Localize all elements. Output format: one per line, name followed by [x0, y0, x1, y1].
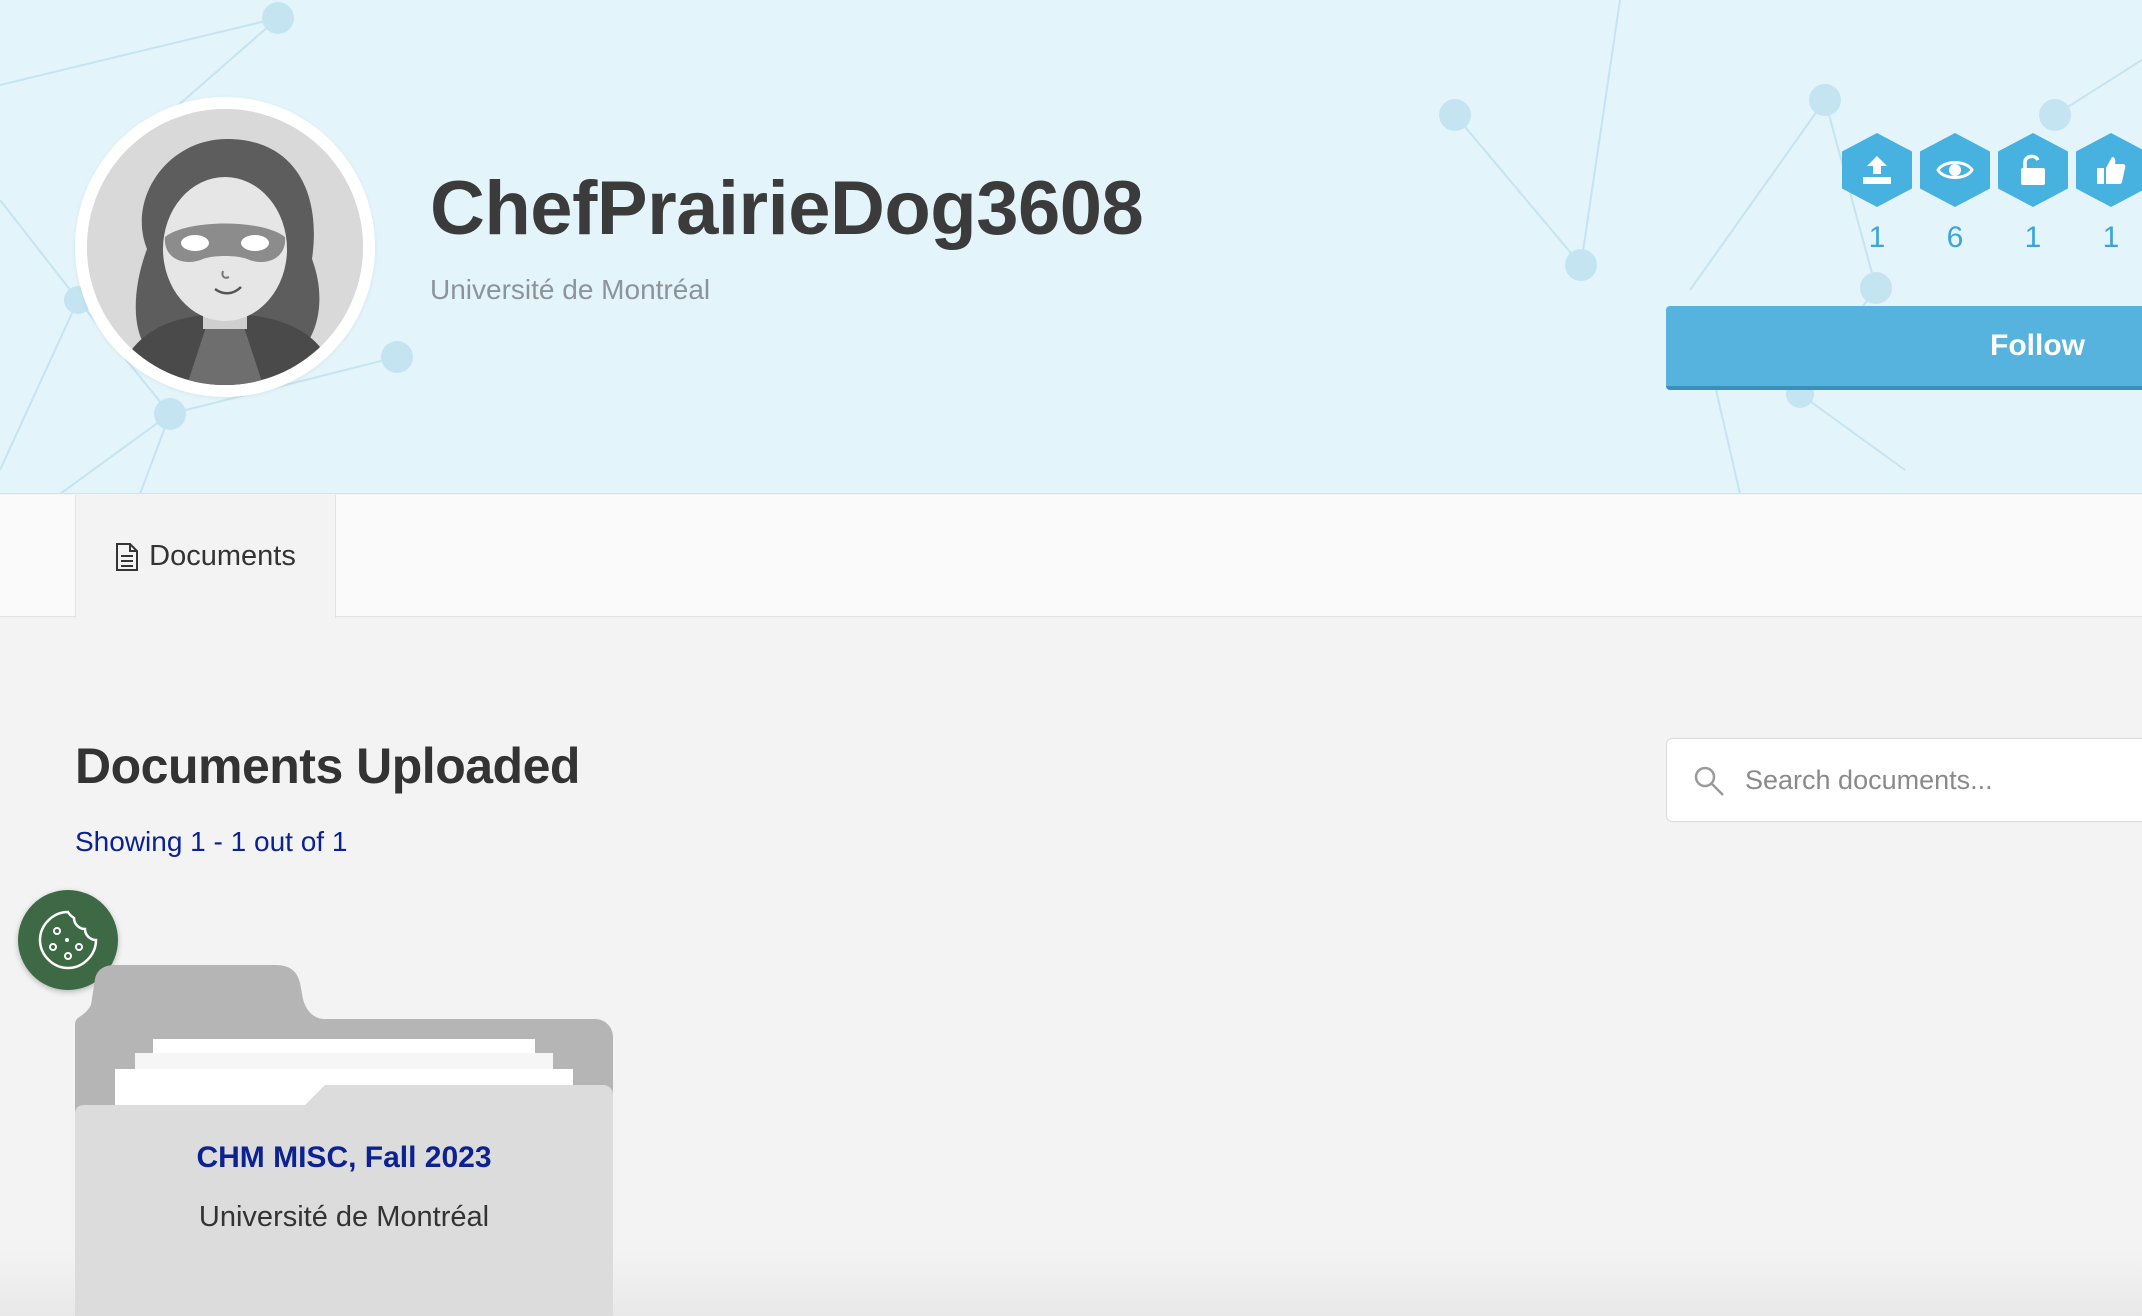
stat-value: 1 [1868, 221, 1886, 254]
search-box [1666, 738, 2142, 822]
tab-label: Documents [149, 540, 296, 572]
profile-username: ChefPrairieDog3608 [430, 166, 1144, 251]
stat-unlocks: 1 [1998, 133, 2068, 255]
profile-tabs: Documents [0, 495, 2142, 618]
tab-documents[interactable]: Documents [75, 495, 336, 618]
upload-icon [1842, 133, 1912, 207]
document-card[interactable]: CHM MISC, Fall 2023 Université de Montré… [75, 965, 613, 1316]
stat-likes: 1 [2076, 133, 2142, 255]
document-icon [116, 542, 139, 571]
cookie-icon [38, 910, 98, 970]
search-input[interactable] [1745, 739, 2142, 821]
thumbs-up-icon [2076, 133, 2142, 207]
stat-views: 6 [1920, 133, 1990, 255]
profile-header: ChefPrairieDog3608 Université de Montréa… [0, 0, 2142, 494]
results-count: Showing 1 - 1 out of 1 [75, 826, 348, 857]
stat-uploads: 1 [1842, 133, 1912, 255]
eye-icon [1920, 133, 1990, 207]
stat-value: 1 [2024, 221, 2042, 254]
document-title[interactable]: CHM MISC, Fall 2023 [75, 1141, 613, 1175]
avatar [75, 97, 375, 397]
follow-button[interactable]: Follow [1666, 306, 2142, 390]
profile-stats: 1 6 1 1 [1842, 133, 2142, 255]
unlock-icon [1998, 133, 2068, 207]
stat-value: 6 [1946, 221, 1964, 254]
document-school: Université de Montréal [198, 1201, 490, 1233]
profile-school: Université de Montréal [430, 274, 711, 305]
search-icon [1694, 766, 1724, 796]
stat-value: 1 [2102, 221, 2120, 254]
masked-avatar-icon [87, 109, 363, 385]
page-title: Documents Uploaded [75, 738, 580, 794]
